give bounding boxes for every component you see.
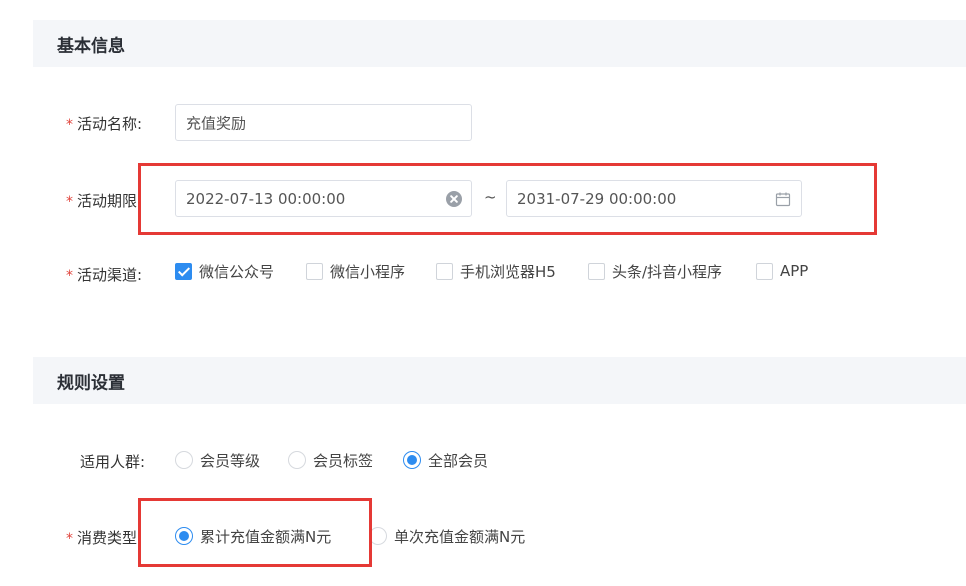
required-mark: * — [66, 268, 73, 284]
consume-option-cumulative[interactable]: 累计充值金额满N元 — [175, 525, 331, 547]
radio[interactable] — [369, 527, 387, 545]
consume-option-label: 单次充值金额满N元 — [394, 527, 526, 546]
activity-period-label: * 活动期限: — [66, 192, 143, 210]
checkbox[interactable] — [306, 262, 323, 280]
checkbox[interactable] — [756, 262, 773, 280]
check-icon[interactable] — [175, 262, 192, 280]
section-title-basic: 基本信息 — [57, 36, 125, 56]
activity-name-input[interactable]: 充值奖励 — [175, 104, 472, 141]
period-separator: ~ — [484, 188, 497, 206]
channel-option-label: 微信小程序 — [330, 262, 406, 281]
target-option-all-members[interactable]: 全部会员 — [403, 449, 488, 471]
radio[interactable] — [175, 451, 193, 469]
channel-option-wechat-official[interactable]: 微信公众号 — [175, 261, 274, 281]
channel-option-mobile-h5[interactable]: 手机浏览器H5 — [436, 261, 556, 281]
clear-icon[interactable] — [446, 191, 462, 207]
section-header-rules: 规则设置 — [33, 357, 966, 404]
activity-name-label: * 活动名称: — [66, 115, 143, 133]
channel-option-wechat-miniprogram[interactable]: 微信小程序 — [306, 261, 405, 281]
target-option-label: 会员标签 — [313, 451, 374, 470]
target-option-label: 会员等级 — [200, 451, 261, 470]
consume-type-label: * 消费类型: — [66, 529, 143, 547]
channel-option-label: APP — [780, 262, 809, 280]
calendar-icon[interactable] — [775, 191, 791, 207]
consume-option-label: 累计充值金额满N元 — [200, 527, 332, 546]
radio-selected[interactable] — [403, 451, 421, 469]
period-end-value: 2031-07-29 00:00:00 — [517, 189, 677, 208]
target-option-member-tag[interactable]: 会员标签 — [288, 449, 373, 471]
checkbox[interactable] — [588, 262, 605, 280]
period-end-input[interactable]: 2031-07-29 00:00:00 — [506, 180, 802, 217]
channel-option-label: 微信公众号 — [199, 262, 275, 281]
channel-option-app[interactable]: APP — [756, 261, 808, 281]
radio-selected[interactable] — [175, 527, 193, 545]
required-mark: * — [66, 194, 73, 210]
target-option-label: 全部会员 — [428, 451, 489, 470]
required-mark: * — [66, 117, 73, 133]
required-mark: * — [66, 531, 73, 547]
channel-option-label: 手机浏览器H5 — [460, 262, 556, 281]
activity-name-value: 充值奖励 — [186, 114, 247, 132]
period-start-value: 2022-07-13 00:00:00 — [186, 189, 346, 208]
channel-option-label: 头条/抖音小程序 — [612, 262, 723, 281]
radio[interactable] — [288, 451, 306, 469]
consume-option-single[interactable]: 单次充值金额满N元 — [369, 525, 525, 547]
section-title-rules: 规则设置 — [57, 373, 125, 393]
activity-channel-label: * 活动渠道: — [66, 266, 143, 284]
checkbox[interactable] — [436, 262, 453, 280]
section-header-basic: 基本信息 — [33, 20, 966, 67]
target-option-member-level[interactable]: 会员等级 — [175, 449, 260, 471]
period-start-input[interactable]: 2022-07-13 00:00:00 — [175, 180, 472, 217]
target-group-label: 适用人群: — [80, 453, 146, 471]
channel-option-toutiao-douyin[interactable]: 头条/抖音小程序 — [588, 261, 722, 281]
